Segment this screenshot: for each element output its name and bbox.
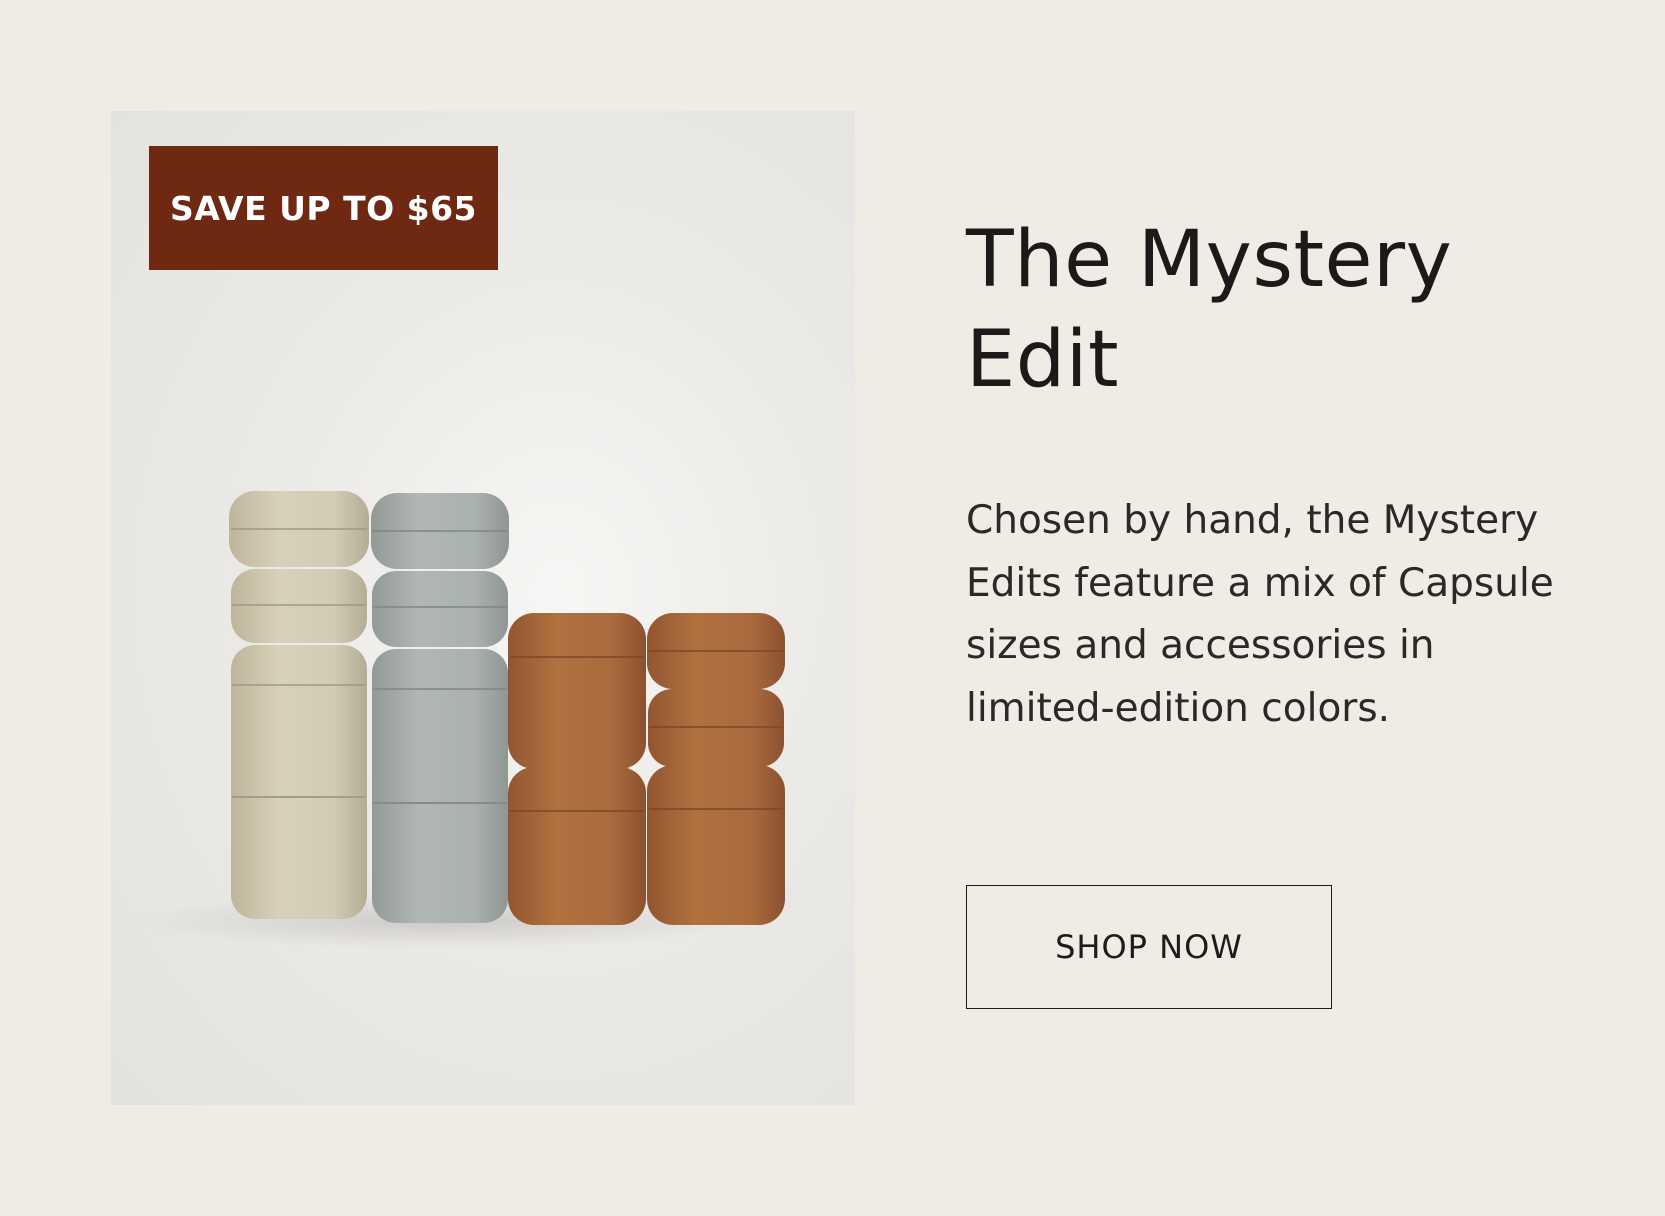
capsule-stack-terracotta-right [647,613,785,925]
promo-title: The Mystery Edit [966,215,1453,405]
capsule-stack-cream [229,491,369,919]
savings-badge: SAVE UP TO $65 [149,146,498,270]
capsule-stack-terracotta-left [508,613,646,925]
promo-description: Chosen by hand, the Mystery Edits featur… [966,498,1554,731]
capsule-stack-sage [371,493,509,923]
shop-now-button[interactable]: SHOP NOW [966,885,1332,1009]
